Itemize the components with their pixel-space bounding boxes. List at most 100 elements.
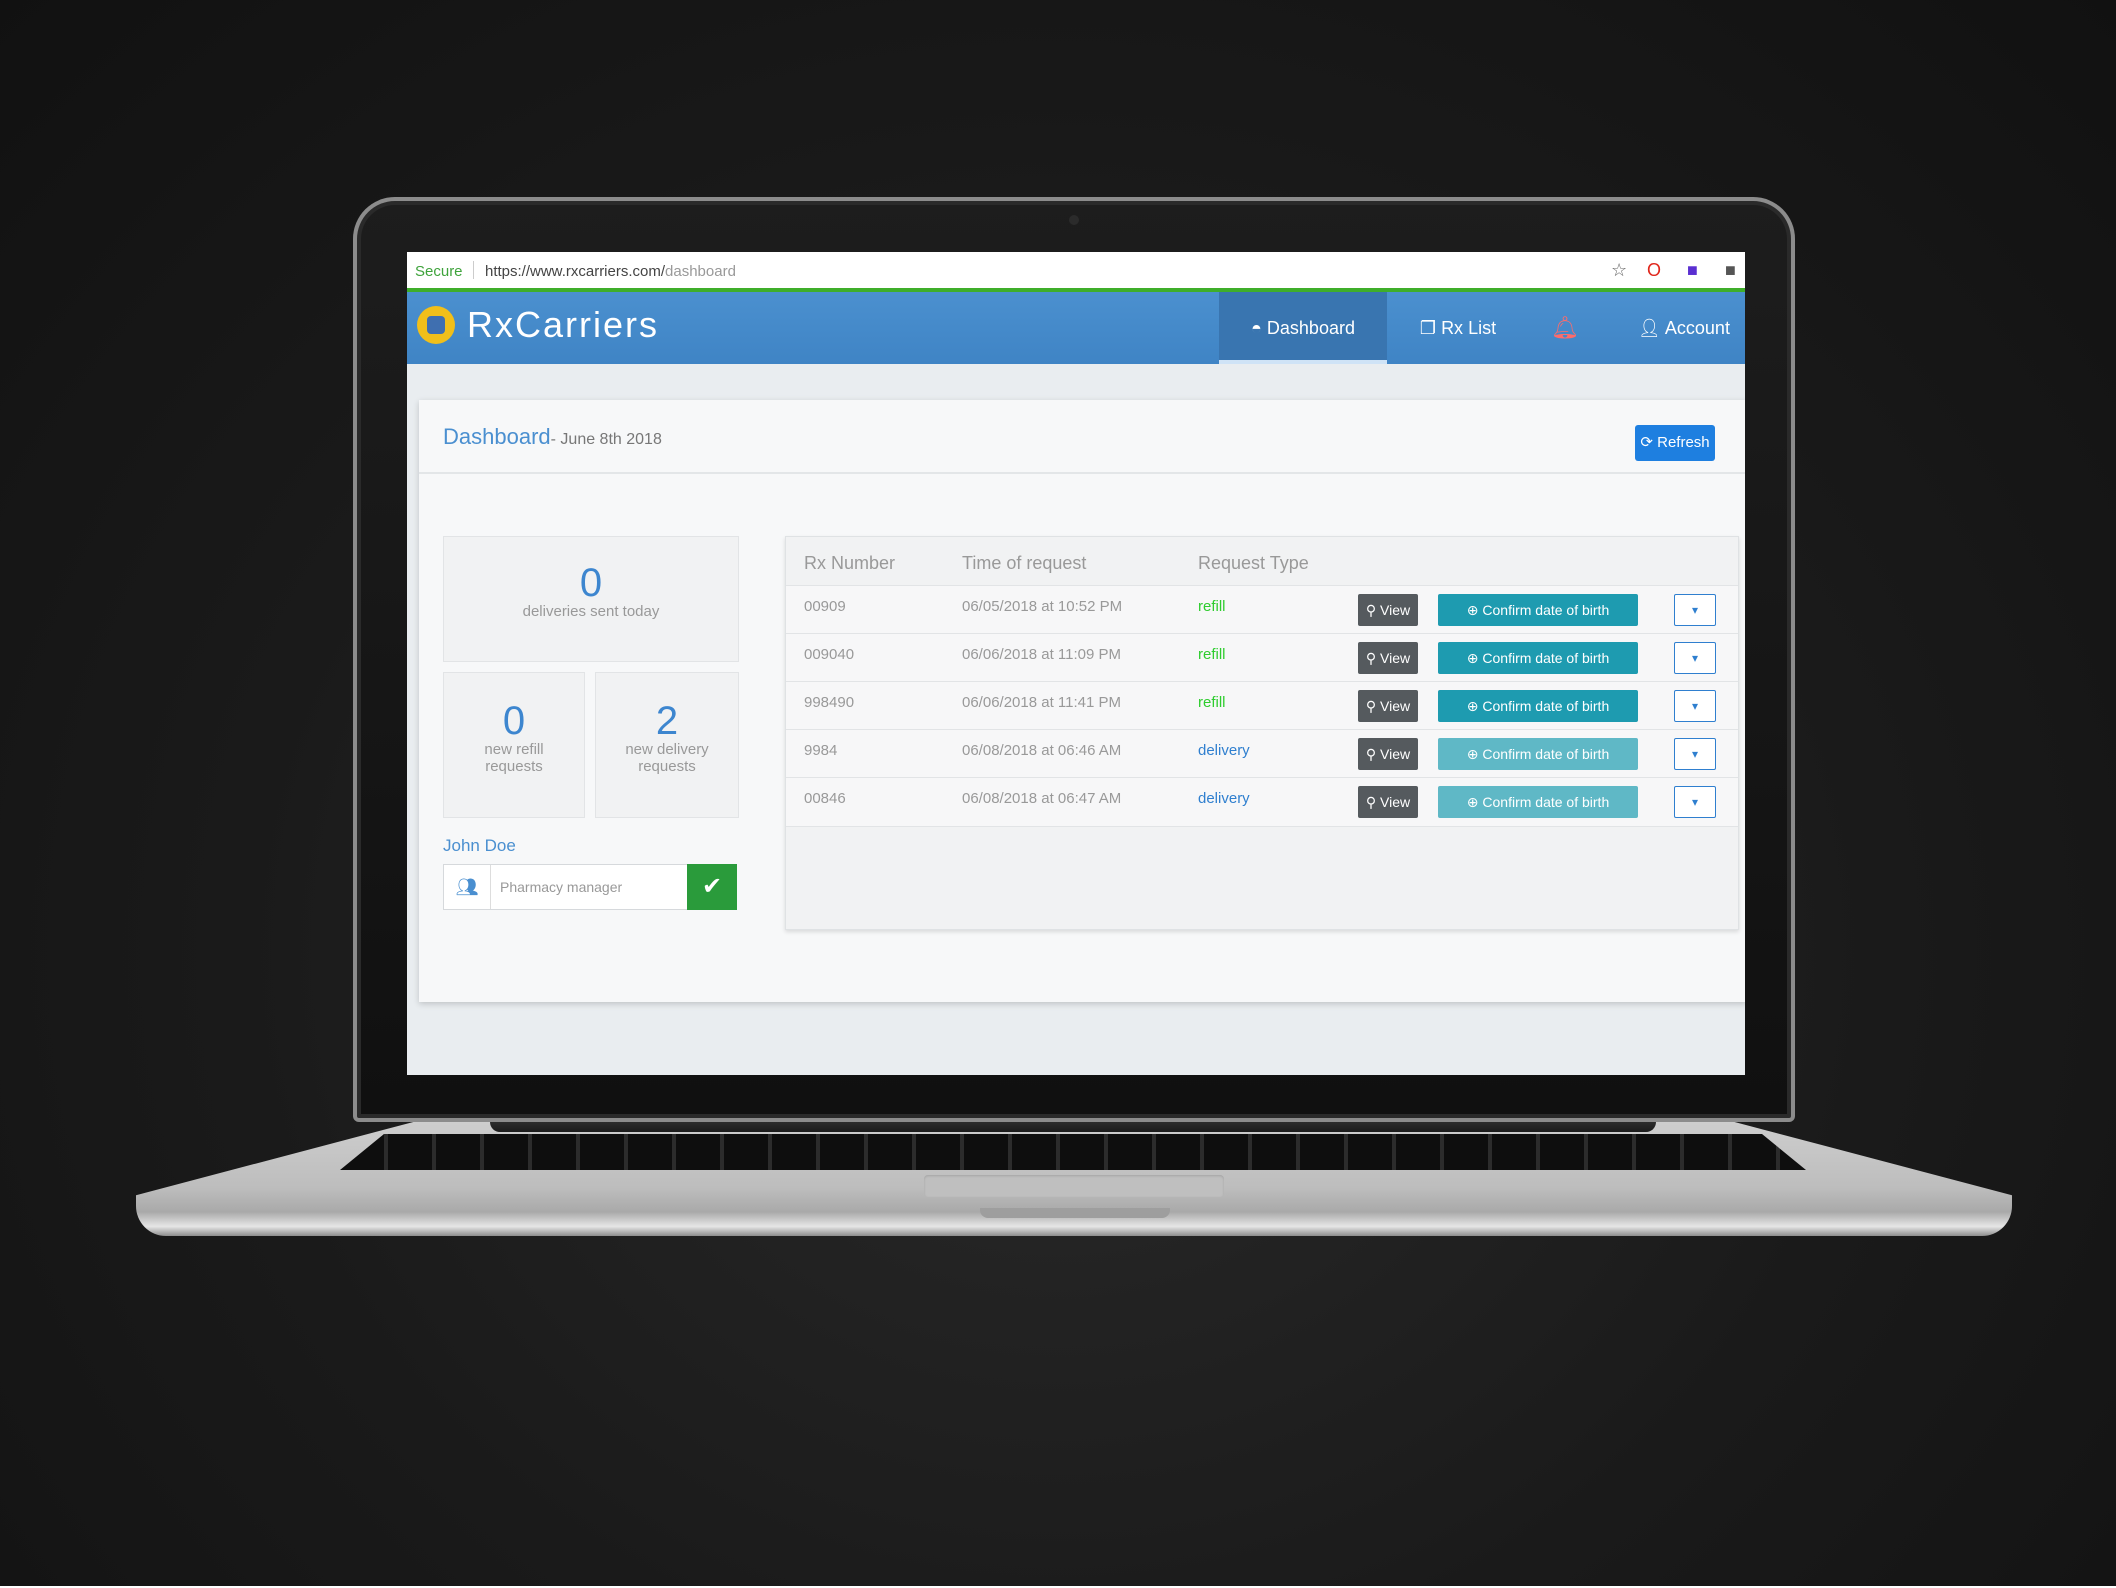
confirm-label: Confirm date of birth [1482, 794, 1610, 810]
confirm-dob-button[interactable]: ⊕ Confirm date of birth [1438, 642, 1638, 674]
view-label: View [1380, 602, 1411, 618]
header-request-type: Request Type [1198, 553, 1309, 573]
laptop-trackpad [924, 1175, 1224, 1197]
stat-refill-label: new refill requests [484, 741, 544, 775]
table-row: 998490 06/06/2018 at 11:41 PM refill ⚲ V… [786, 681, 1738, 730]
url-path: dashboard [665, 263, 736, 280]
user-name: John Doe [443, 836, 516, 855]
nav-account-label: Account [1664, 318, 1730, 338]
nav-account[interactable]: 👤︎ Account [1629, 292, 1739, 364]
cell-rx: 009040 [804, 646, 855, 663]
plus-circle-icon: ⊕ [1466, 602, 1479, 618]
search-icon: ⚲ [1365, 698, 1377, 714]
stat-deliveries-count: 0 [579, 561, 603, 605]
plus-circle-icon: ⊕ [1466, 650, 1479, 666]
view-button[interactable]: ⚲ View [1358, 738, 1418, 770]
url-main: https://www.rxcarriers.com/ [485, 263, 666, 280]
copy-icon: ❐ [1419, 318, 1437, 338]
confirm-dob-button[interactable]: ⊕ Confirm date of birth [1438, 594, 1638, 626]
table-row: 9984 06/08/2018 at 06:46 AM delivery ⚲ V… [786, 729, 1738, 778]
user-group-icon: 👥︎ [444, 865, 491, 909]
page-title-text: Dashboard [443, 424, 551, 449]
view-label: View [1380, 650, 1411, 666]
star-icon[interactable]: ☆ [1611, 260, 1627, 281]
view-button[interactable]: ⚲ View [1358, 642, 1418, 674]
extension-2-icon[interactable]: ■ [1725, 260, 1736, 281]
user-role-field[interactable]: 👥︎ Pharmacy manager ✔ [443, 864, 737, 910]
confirm-label: Confirm date of birth [1482, 698, 1610, 714]
row-dropdown-button[interactable]: ▾ [1674, 738, 1716, 770]
camera [1069, 215, 1079, 225]
search-icon: ⚲ [1365, 746, 1377, 762]
search-icon: ⚲ [1365, 650, 1377, 666]
view-label: View [1380, 746, 1411, 762]
secure-label: Secure [415, 263, 463, 280]
stat-delivery-count: 2 [655, 699, 679, 743]
stat-refill-requests: 0 new refill requests [443, 672, 585, 818]
extension-icon[interactable]: ■ [1687, 260, 1698, 281]
confirm-label: Confirm date of birth [1482, 602, 1610, 618]
caret-down-icon: ▾ [1691, 651, 1699, 665]
cell-rx: 00846 [804, 790, 846, 807]
browser-address-bar[interactable]: Secure https://www.rxcarriers.com/dashbo… [407, 252, 1745, 292]
header-time-of-request: Time of request [962, 553, 1087, 573]
check-icon: ✔ [701, 873, 723, 900]
cell-type: refill [1198, 598, 1226, 615]
view-button[interactable]: ⚲ View [1358, 594, 1418, 626]
row-dropdown-button[interactable]: ▾ [1674, 786, 1716, 818]
nav-notifications[interactable]: 🔔︎ [1535, 292, 1595, 364]
table-row: 009040 06/06/2018 at 11:09 PM refill ⚲ V… [786, 633, 1738, 682]
stat-deliveries-today: 0 deliveries sent today [443, 536, 739, 662]
nav-dashboard[interactable]: ◓ Dashboard [1219, 292, 1387, 364]
cell-type: refill [1198, 694, 1226, 711]
confirm-dob-button[interactable]: ⊕ Confirm date of birth [1438, 690, 1638, 722]
refresh-button[interactable]: ⟳ Refresh [1635, 425, 1715, 461]
confirm-dob-button[interactable]: ⊕ Confirm date of birth [1438, 786, 1638, 818]
cell-type: delivery [1198, 742, 1250, 759]
cell-time: 06/08/2018 at 06:47 AM [962, 790, 1122, 807]
row-dropdown-button[interactable]: ▾ [1674, 690, 1716, 722]
header-rx-number: Rx Number [804, 553, 896, 573]
brand-name[interactable]: RxCarriers [467, 304, 659, 346]
cell-type: refill [1198, 646, 1226, 663]
nav-rx-list[interactable]: ❐ Rx List [1403, 292, 1513, 364]
laptop-notch [980, 1208, 1170, 1218]
view-button[interactable]: ⚲ View [1358, 786, 1418, 818]
view-button[interactable]: ⚲ View [1358, 690, 1418, 722]
panel-header: Dashboard- June 8th 2018 ⟳ Refresh [419, 400, 1745, 474]
row-dropdown-button[interactable]: ▾ [1674, 642, 1716, 674]
table-row: 00846 06/08/2018 at 06:47 AM delivery ⚲ … [786, 777, 1738, 827]
url-text[interactable]: https://www.rxcarriers.com/dashboard [485, 263, 736, 280]
stat-delivery-label: new delivery requests [625, 741, 709, 775]
confirm-label: Confirm date of birth [1482, 650, 1610, 666]
page-date: - June 8th 2018 [550, 431, 662, 448]
plus-circle-icon: ⊕ [1466, 698, 1479, 714]
laptop-screen: Secure https://www.rxcarriers.com/dashbo… [407, 252, 1745, 1075]
user-icon: 👤︎ [1638, 318, 1661, 338]
plus-circle-icon: ⊕ [1466, 746, 1479, 762]
caret-down-icon: ▾ [1691, 603, 1699, 617]
cell-time: 06/06/2018 at 11:41 PM [962, 694, 1122, 711]
confirm-label: Confirm date of birth [1482, 746, 1610, 762]
stat-refill-count: 0 [502, 699, 526, 743]
dashboard-icon: ◓ [1251, 318, 1262, 338]
view-label: View [1380, 794, 1411, 810]
caret-down-icon: ▾ [1691, 747, 1699, 761]
app-navbar: RxCarriers ◓ Dashboard ❐ Rx List 🔔︎ 👤︎ A… [407, 292, 1745, 364]
plus-circle-icon: ⊕ [1466, 794, 1479, 810]
opera-icon[interactable]: O [1647, 260, 1661, 281]
confirm-dob-button[interactable]: ⊕ Confirm date of birth [1438, 738, 1638, 770]
caret-down-icon: ▾ [1691, 699, 1699, 713]
nav-rx-list-label: Rx List [1441, 318, 1497, 338]
table-row: 00909 06/05/2018 at 10:52 PM refill ⚲ Vi… [786, 585, 1738, 634]
search-icon: ⚲ [1365, 794, 1377, 810]
dashboard-panel: Dashboard- June 8th 2018 ⟳ Refresh 0 del… [419, 400, 1745, 1002]
confirm-role-button[interactable]: ✔ [687, 864, 737, 910]
logo-icon[interactable] [417, 306, 455, 344]
nav-dashboard-label: Dashboard [1266, 318, 1355, 338]
row-dropdown-button[interactable]: ▾ [1674, 594, 1716, 626]
cell-rx: 9984 [804, 742, 838, 759]
laptop-keyboard [340, 1134, 1806, 1170]
cell-time: 06/08/2018 at 06:46 AM [962, 742, 1122, 759]
user-role-text: Pharmacy manager [500, 879, 623, 895]
